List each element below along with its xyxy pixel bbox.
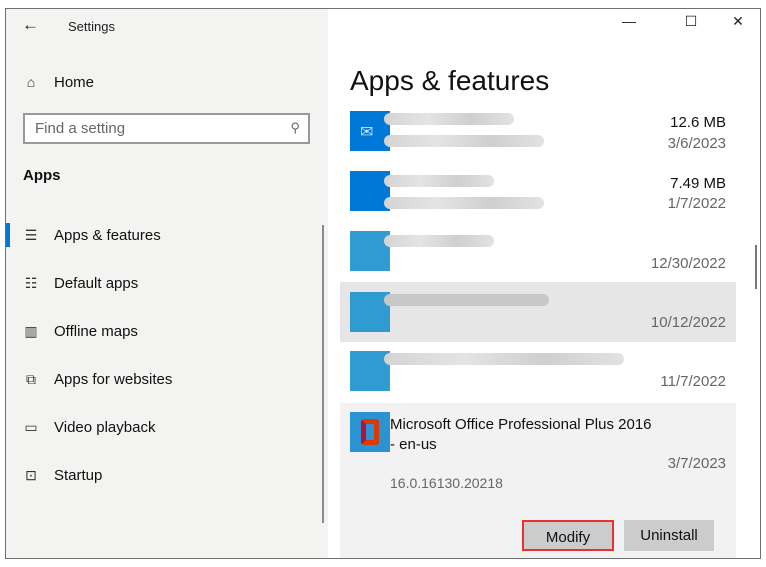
home-icon: ⌂ [26,74,36,90]
app-date: 12/30/2022 [650,255,726,272]
window-title: Settings [68,19,115,34]
sidebar-item-apps-features[interactable]: ☰ Apps & features [6,215,328,255]
sidebar-item-label: Apps & features [54,226,161,244]
default-apps-icon: ☷ [24,274,38,291]
sidebar-scrollbar[interactable] [322,225,324,523]
sidebar-item-apps-for-websites[interactable]: ⧉ Apps for websites [6,359,328,399]
maximize-button[interactable]: ☐ [676,13,706,30]
office-app-icon [350,412,390,452]
sidebar-item-offline-maps[interactable]: ▥ Offline maps [6,311,328,351]
sidebar-item-label: Default apps [54,274,139,292]
page-title: Apps & features [350,65,550,96]
app-list-item[interactable]: 12/30/2022 [340,229,736,281]
app-date: 10/12/2022 [650,314,726,331]
minimize-button[interactable]: — [614,13,644,29]
search-icon: ⚲ [290,120,300,135]
app-date: 3/7/2023 [667,455,726,472]
sidebar: ← Settings ⌂ Home Find a setting ⚲ Apps ☰ A… [6,9,328,558]
sidebar-item-label: Startup [54,466,103,484]
app-date: 3/6/2023 [667,135,726,152]
app-version: 16.0.16130.20218 [390,475,503,491]
app-name-line2: - en-us [390,436,437,453]
sidebar-item-label: Video playback [54,418,156,436]
sidebar-item-startup[interactable]: ⊡ Startup [6,455,328,495]
list-scrollbar[interactable] [755,245,757,289]
modify-button[interactable]: Modify [522,520,614,551]
close-button[interactable]: ✕ [723,13,753,30]
sidebar-item-default-apps[interactable]: ☷ Default apps [6,263,328,303]
app-size: 7.49 MB [670,175,726,192]
main-pane: — ☐ ✕ Apps & features ✉ 12.6 MB 3/6/2023… [328,9,760,558]
app-list-item-selected[interactable]: Microsoft Office Professional Plus 2016 -… [340,403,736,558]
sidebar-item-label: Apps for websites [54,370,173,388]
sidebar-home[interactable]: ⌂ Home [6,62,328,102]
app-name: Microsoft Office Professional Plus 2016 -… [390,415,652,455]
search-input[interactable]: Find a setting ⚲ [23,113,310,144]
video-icon: ▭ [24,418,38,435]
back-arrow-icon[interactable]: ← [22,15,39,35]
app-size: 12.6 MB [670,114,726,131]
app-date: 11/7/2022 [660,373,726,390]
search-placeholder: Find a setting [35,120,126,137]
map-icon: ▥ [24,322,38,339]
home-label: Home [54,73,95,91]
sidebar-item-label: Offline maps [54,322,138,340]
app-name-line1: Microsoft Office Professional Plus 2016 [390,416,652,433]
settings-window: ← Settings ⌂ Home Find a setting ⚲ Apps ☰ A… [5,8,761,559]
startup-icon: ⊡ [25,466,37,483]
section-heading: Apps [23,167,61,184]
sidebar-item-video-playback[interactable]: ▭ Video playback [6,407,328,447]
list-icon: ☰ [24,226,38,243]
app-list-item[interactable]: 7.49 MB 1/7/2022 [340,169,736,221]
app-date: 1/7/2022 [667,195,726,212]
app-list-item[interactable]: 11/7/2022 [340,349,736,401]
app-list-item[interactable]: 10/12/2022 [340,282,736,342]
app-list-item[interactable]: ✉ 12.6 MB 3/6/2023 [340,109,736,161]
web-apps-icon: ⧉ [26,370,36,387]
uninstall-button[interactable]: Uninstall [624,520,714,551]
